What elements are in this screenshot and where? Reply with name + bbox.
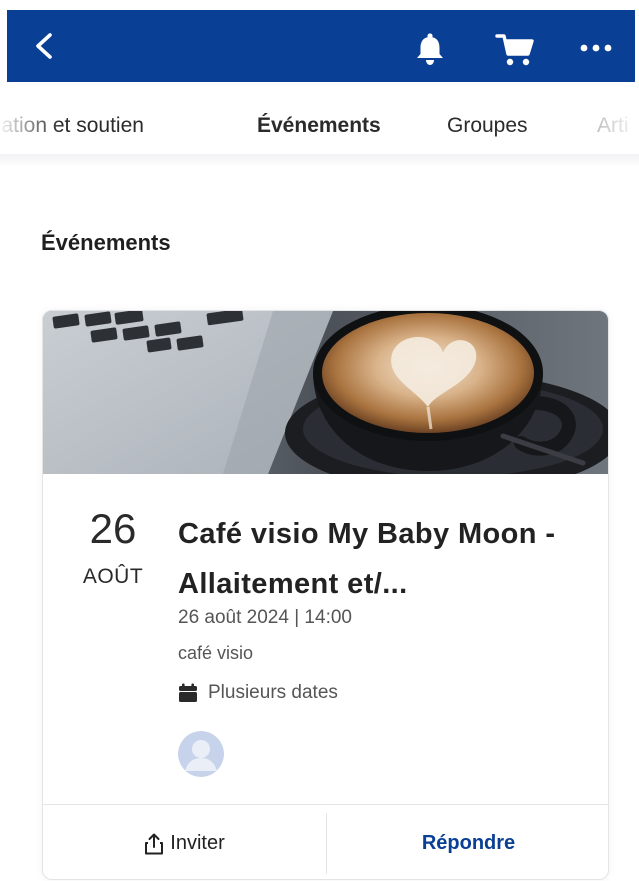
invite-button[interactable]: Inviter xyxy=(43,805,326,879)
event-dates-info: Plusieurs dates xyxy=(178,680,338,706)
cart-icon[interactable] xyxy=(495,32,535,68)
share-icon xyxy=(145,833,164,854)
event-dates-label: Plusieurs dates xyxy=(208,682,338,703)
event-day: 26 xyxy=(89,505,137,552)
event-image xyxy=(43,311,608,474)
event-datetime: 26 août 2024 | 14:00 xyxy=(178,607,352,628)
category-tabs: mation et soutien Événements Groupes Art… xyxy=(0,82,639,168)
section-title: Événements xyxy=(41,230,171,255)
user-avatar-icon xyxy=(178,731,224,777)
event-location: café visio xyxy=(178,643,254,663)
tab-information-soutien[interactable]: mation et soutien xyxy=(0,114,144,138)
chevron-left-icon[interactable] xyxy=(32,32,56,60)
screen: mation et soutien Événements Groupes Art… xyxy=(0,0,639,881)
bell-icon[interactable] xyxy=(415,32,445,66)
event-title[interactable]: Café visio My Baby Moon -Allaitement et/… xyxy=(178,509,588,609)
active-tab-indicator xyxy=(257,162,393,165)
reply-label: Répondre xyxy=(421,832,516,854)
tab-groupes[interactable]: Groupes xyxy=(447,114,528,138)
reply-button[interactable]: Répondre xyxy=(327,805,608,879)
tab-evenements[interactable]: Événements xyxy=(257,114,381,138)
more-horizontal-icon[interactable] xyxy=(579,42,613,54)
app-bar xyxy=(7,10,635,82)
event-card[interactable]: 26 AOÛT Café visio My Baby Moon -Allaite… xyxy=(42,310,609,880)
avatar[interactable] xyxy=(178,731,224,777)
card-actions: Inviter Répondre xyxy=(43,804,608,879)
calendar-icon xyxy=(179,683,197,702)
tab-articles[interactable]: Arti xyxy=(597,114,629,138)
event-month: AOÛT xyxy=(82,565,144,588)
invite-label: Inviter xyxy=(170,832,225,854)
